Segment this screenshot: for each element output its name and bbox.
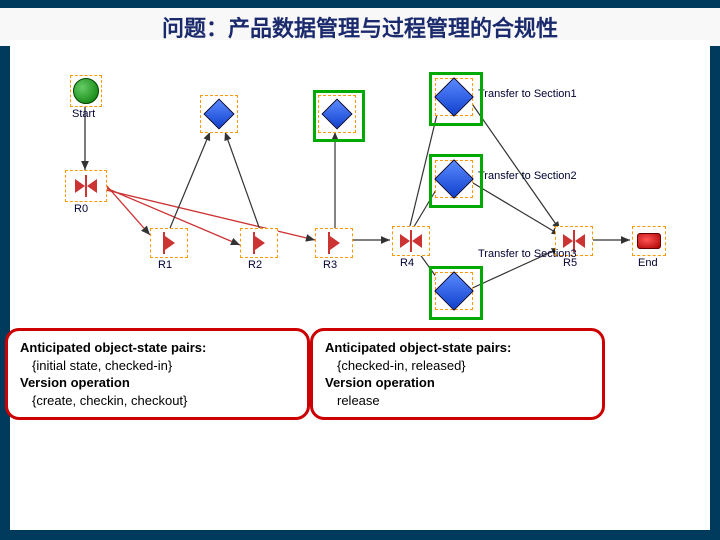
- start-label: Start: [72, 108, 95, 120]
- gate-r0: [65, 170, 107, 202]
- t1-label: Transfer to Section1: [478, 88, 577, 100]
- t3-label: Transfer to Section3: [478, 248, 577, 260]
- callout-heading: Version operation: [20, 375, 130, 390]
- callout-heading: Anticipated object-state pairs:: [325, 340, 511, 355]
- task-top-2: [318, 95, 356, 133]
- r4-label: R4: [400, 257, 414, 269]
- start-icon: [73, 78, 99, 104]
- transfer-1: [435, 78, 473, 116]
- callout-right: Anticipated object-state pairs: {checked…: [310, 328, 605, 420]
- end-node: [632, 226, 666, 256]
- end-icon: [637, 233, 661, 249]
- callout-line: {checked-in, released}: [325, 358, 466, 373]
- r0-label: R0: [74, 203, 88, 215]
- start-node: [70, 75, 102, 107]
- task-top-1: [200, 95, 238, 133]
- end-label: End: [638, 257, 658, 269]
- diagram-canvas: Start R0 R1 R2 R3 R4 R5 Transfer to Sect…: [10, 40, 710, 530]
- diamond-icon: [203, 98, 234, 129]
- gate-r2: [240, 228, 278, 258]
- t2-label: Transfer to Section2: [478, 170, 577, 182]
- callout-line: release: [325, 393, 380, 408]
- r2-label: R2: [248, 259, 262, 271]
- gate-r3: [315, 228, 353, 258]
- gate-r4: [392, 226, 430, 256]
- transfer-2: [435, 160, 473, 198]
- diamond-icon: [434, 77, 474, 117]
- callout-line: {create, checkin, checkout}: [20, 393, 187, 408]
- callout-heading: Version operation: [325, 375, 435, 390]
- callout-left: Anticipated object-state pairs: {initial…: [5, 328, 310, 420]
- callout-line: {initial state, checked-in}: [20, 358, 172, 373]
- diamond-icon: [434, 271, 474, 311]
- gate-r1: [150, 228, 188, 258]
- r3-label: R3: [323, 259, 337, 271]
- r1-label: R1: [158, 259, 172, 271]
- diamond-icon: [321, 98, 352, 129]
- callout-heading: Anticipated object-state pairs:: [20, 340, 206, 355]
- transfer-3: [435, 272, 473, 310]
- diamond-icon: [434, 159, 474, 199]
- flow-edges: [10, 40, 710, 530]
